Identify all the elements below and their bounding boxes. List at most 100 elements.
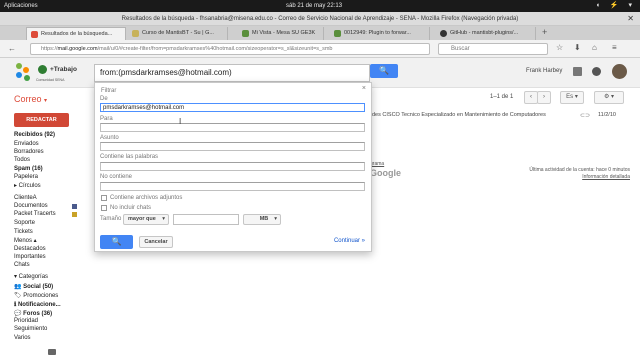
- sidebar-item-label: Todos: [14, 157, 31, 163]
- gmail-search-button[interactable]: 🔍: [370, 64, 398, 78]
- user-name[interactable]: Frank Harbey: [526, 68, 562, 74]
- downloads-icon[interactable]: ⬇: [574, 43, 581, 52]
- sidebar-item-label: ℹ Notificacione...: [14, 302, 61, 308]
- sidebar-item[interactable]: Todos: [14, 157, 30, 163]
- sidebar-item-label: Seguimiento: [14, 326, 48, 332]
- sidebar-item[interactable]: Recibidos (92): [14, 132, 55, 138]
- sena-logo[interactable]: +Trabajo Comunidad SENA: [14, 61, 84, 85]
- subject-label: Asunto: [100, 135, 119, 141]
- sidebar-item[interactable]: Varios: [14, 335, 31, 341]
- pagination-count: 1–1 de 1: [490, 94, 514, 100]
- has-attachment-label: Contiene archivos adjuntos: [110, 195, 183, 201]
- tab-plugin-issue[interactable]: 0012949: Plugin to forwar...: [330, 27, 430, 40]
- sidebar-item-label: Importantes: [14, 254, 46, 260]
- tab-label: Resultados de la búsqueda...: [41, 31, 113, 37]
- gmail-search-input[interactable]: from:(pmsdarkramses@hotmail.com): [94, 64, 370, 82]
- logo-subtitle: Comunidad SENA: [36, 78, 65, 82]
- sidebar-item[interactable]: ℹ Notificacione...: [14, 301, 61, 308]
- correo-menu[interactable]: Correo ▾: [14, 94, 47, 104]
- url-bar[interactable]: https://mail.google.com/mail/u/0/#create…: [30, 43, 430, 55]
- tab-label: Mi Vista - Mesa SU GE3K: [252, 30, 316, 36]
- tab-mi-vista[interactable]: Mi Vista - Mesa SU GE3K: [238, 27, 324, 40]
- clock[interactable]: sáb 21 de may 22:13: [286, 0, 342, 12]
- filter-search-button[interactable]: 🔍: [100, 235, 133, 249]
- has-words-field[interactable]: [100, 162, 365, 171]
- applications-menu[interactable]: Aplicaciones: [4, 0, 38, 12]
- apps-grid-icon[interactable]: [573, 67, 582, 76]
- subject-field[interactable]: [100, 142, 365, 151]
- label-color-icon[interactable]: [72, 204, 77, 209]
- sidebar-item[interactable]: Borradores: [14, 149, 44, 155]
- sidebar-item[interactable]: Prioridad: [14, 318, 38, 324]
- sidebar-item[interactable]: Papelera: [14, 174, 38, 180]
- system-tray-icon[interactable]: ◖ ⚡ ▾: [596, 0, 636, 12]
- sidebar-item[interactable]: ClienteA: [14, 195, 37, 201]
- message-subject[interactable]: des CISCO Tecnico Especializado en Mante…: [372, 112, 546, 118]
- compose-button[interactable]: REDACTAR: [14, 113, 69, 127]
- to-label: Para: [100, 116, 113, 122]
- from-label: De: [100, 96, 108, 102]
- avatar[interactable]: [612, 64, 627, 79]
- tab-mantisbt[interactable]: Curso de MantisBT - Su | G...: [128, 27, 228, 40]
- sidebar-item[interactable]: Spam (16): [14, 166, 43, 172]
- sidebar-item-label: Spam (16): [14, 166, 43, 172]
- size-value-field[interactable]: [173, 214, 239, 225]
- sidebar-item-label: Varios: [14, 335, 31, 341]
- sidebar-item[interactable]: 💬 Foros (36): [14, 310, 52, 317]
- new-tab-icon[interactable]: +: [542, 27, 547, 37]
- activity-text: Última actividad de la cuenta: hace 0 mi…: [529, 167, 630, 173]
- no-words-field[interactable]: [100, 182, 365, 191]
- no-chats-checkbox[interactable]: [101, 205, 107, 211]
- to-field[interactable]: [100, 123, 365, 132]
- menu-icon[interactable]: ≡: [612, 43, 617, 52]
- back-icon[interactable]: ←: [6, 43, 18, 55]
- sidebar-item-label: Tickets: [14, 229, 33, 235]
- from-field[interactable]: pmsdarkramses@hotmail.com: [100, 103, 365, 112]
- sidebar-item-label: Papelera: [14, 174, 39, 180]
- cancel-button[interactable]: Cancelar: [139, 236, 173, 248]
- sidebar-item-label: Packet Tracerts: [14, 211, 56, 217]
- close-icon[interactable]: ×: [362, 85, 366, 92]
- activity-details-link[interactable]: Información detallada: [506, 174, 630, 181]
- sidebar-item[interactable]: Enviados: [14, 141, 39, 147]
- sidebar-item-label: ClienteA: [14, 195, 37, 201]
- window-title: Resultados de la búsqueda - fhsanabria@m…: [121, 16, 519, 22]
- chat-icon[interactable]: [48, 349, 56, 355]
- window-close-icon[interactable]: ✕: [627, 12, 634, 26]
- bookmark-star-icon[interactable]: ☆: [556, 43, 563, 52]
- tab-github[interactable]: GitHub - mantisbt-plugins/...: [436, 27, 536, 40]
- sidebar-item-label: Documentos: [14, 203, 48, 209]
- language-button[interactable]: Es ▾: [560, 91, 584, 104]
- tab-search-results[interactable]: Resultados de la búsqueda...: [26, 27, 126, 40]
- program-link[interactable]: grama: [370, 161, 384, 167]
- sidebar-item[interactable]: Importantes: [14, 254, 46, 260]
- home-icon[interactable]: ⌂: [592, 43, 597, 52]
- notifications-icon[interactable]: [592, 67, 601, 76]
- next-page-button[interactable]: ›: [537, 91, 551, 104]
- label-tag-icon[interactable]: ⊂⊃: [580, 112, 590, 119]
- settings-button[interactable]: ⚙ ▾: [594, 91, 624, 104]
- sidebar-item[interactable]: Packet Tracerts: [14, 211, 77, 217]
- sidebar-item-label: 💬 Foros (36): [14, 311, 53, 317]
- sidebar-item[interactable]: 🏷 Promociones: [14, 292, 58, 299]
- has-attachment-checkbox[interactable]: [101, 195, 107, 201]
- sidebar-item[interactable]: ▾ Categorías: [14, 273, 48, 280]
- size-label: Tamaño: [100, 216, 122, 222]
- previous-page-button[interactable]: ‹: [524, 91, 538, 104]
- sidebar-item[interactable]: Menos ▴: [14, 237, 37, 244]
- size-operator-select[interactable]: mayor que: [123, 214, 169, 225]
- size-unit-select[interactable]: MB: [243, 214, 281, 225]
- sidebar-item[interactable]: Documentos: [14, 203, 77, 209]
- sidebar-item[interactable]: Seguimiento: [14, 326, 47, 332]
- message-date: 11/2/10: [598, 112, 616, 118]
- url-scheme: https://: [41, 46, 58, 52]
- sidebar-item[interactable]: Destacados: [14, 246, 46, 252]
- browser-search-input[interactable]: Buscar: [438, 43, 548, 55]
- sidebar-item[interactable]: ▸ Círculos: [14, 182, 41, 189]
- label-color-icon[interactable]: [72, 212, 77, 217]
- sidebar-item[interactable]: 👥 Social (50): [14, 283, 53, 290]
- sidebar-item[interactable]: Soporte: [14, 220, 35, 226]
- sidebar-item[interactable]: Tickets: [14, 229, 33, 235]
- continue-link[interactable]: Continuar »: [334, 238, 365, 244]
- sidebar-item[interactable]: Chats: [14, 262, 30, 268]
